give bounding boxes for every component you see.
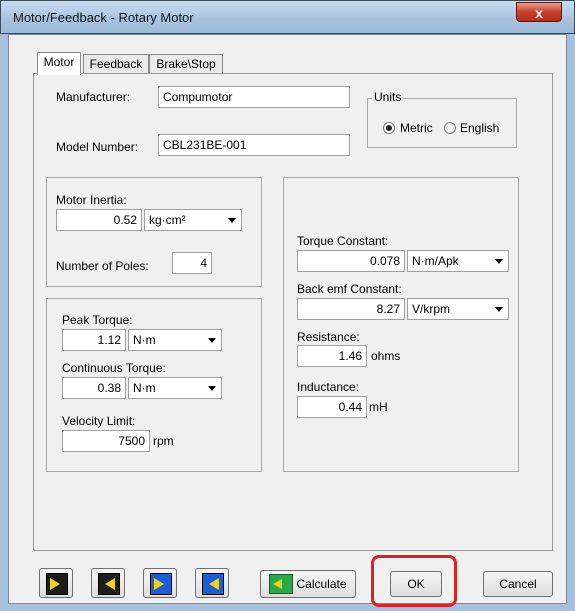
drive-out-icon	[202, 573, 224, 595]
continuous-torque-label: Continuous Torque:	[62, 361, 166, 375]
peak-torque-field[interactable]: 1.12	[62, 329, 126, 351]
continuous-torque-unit-dropdown[interactable]: N·m	[128, 377, 222, 399]
motor-inertia-label: Motor Inertia:	[56, 193, 127, 207]
english-label: English	[460, 121, 500, 135]
model-number-label: Model Number:	[56, 140, 139, 154]
tab-motor-label: Motor	[43, 55, 75, 69]
inertia-unit-dropdown[interactable]: kg·cm²	[144, 209, 242, 231]
chevron-down-icon	[228, 218, 236, 223]
tab-feedback-label: Feedback	[89, 57, 143, 71]
back-emf-field[interactable]: 8.27	[297, 298, 405, 320]
number-of-poles-field[interactable]: 4	[172, 252, 212, 274]
back-emf-unit-dropdown[interactable]: V/krpm	[407, 298, 509, 320]
peak-torque-label: Peak Torque:	[62, 313, 133, 327]
back-emf-unit-value: V/krpm	[412, 302, 451, 316]
title-bar[interactable]: Motor/Feedback - Rotary Motor x	[0, 0, 575, 34]
import-motor-button[interactable]	[39, 568, 73, 598]
torque-constant-field[interactable]: 0.078	[297, 250, 405, 272]
torque-constant-unit-dropdown[interactable]: N·m/Apk	[407, 250, 509, 272]
chevron-down-icon	[495, 307, 503, 312]
export-icon	[98, 573, 120, 595]
torque-constant-unit-value: N·m/Apk	[412, 254, 459, 268]
velocity-unit-label: rpm	[153, 434, 174, 448]
inertia-unit-value: kg·cm²	[149, 213, 186, 227]
export-motor-button[interactable]	[91, 568, 125, 598]
velocity-limit-field[interactable]: 7500	[62, 430, 150, 452]
model-number-field[interactable]: CBL231BE-001	[158, 134, 350, 156]
calculate-button[interactable]: Calculate	[260, 570, 356, 598]
cancel-label: Cancel	[499, 577, 537, 591]
units-group-label: Units	[372, 90, 404, 104]
inductance-unit-label: mH	[369, 400, 388, 414]
peak-torque-unit-value: N·m	[133, 333, 156, 347]
chevron-down-icon	[495, 259, 503, 264]
window-title: Motor/Feedback - Rotary Motor	[13, 10, 194, 25]
chevron-down-icon	[208, 386, 216, 391]
continuous-torque-unit-value: N·m	[133, 381, 156, 395]
close-icon: x	[535, 5, 543, 21]
metric-label: Metric	[400, 121, 433, 135]
cancel-button[interactable]: Cancel	[483, 571, 553, 597]
inductance-field[interactable]: 0.44	[297, 396, 367, 418]
save-to-drive-button[interactable]	[195, 568, 229, 598]
ok-button-highlight	[371, 555, 457, 607]
load-from-drive-button[interactable]	[143, 568, 177, 598]
electrical-group	[283, 177, 519, 472]
tab-feedback[interactable]: Feedback	[83, 54, 149, 75]
resistance-unit-label: ohms	[371, 349, 401, 363]
tab-brake-stop-label: Brake\Stop	[156, 57, 216, 71]
peak-torque-unit-dropdown[interactable]: N·m	[128, 329, 222, 351]
metric-radio[interactable]	[383, 122, 395, 134]
close-button[interactable]: x	[516, 2, 562, 22]
number-of-poles-label: Number of Poles:	[56, 259, 149, 273]
motor-inertia-field[interactable]: 0.52	[56, 209, 142, 231]
import-icon	[46, 573, 68, 595]
english-radio[interactable]	[444, 122, 456, 134]
manufacturer-field[interactable]: Compumotor	[158, 86, 350, 108]
velocity-limit-label: Velocity Limit:	[62, 414, 136, 428]
chevron-down-icon	[208, 338, 216, 343]
tab-brake-stop[interactable]: Brake\Stop	[149, 54, 223, 75]
calculate-label: Calculate	[296, 577, 347, 591]
back-emf-label: Back emf Constant:	[297, 282, 402, 296]
drive-in-icon	[150, 573, 172, 595]
resistance-label: Resistance:	[297, 330, 360, 344]
continuous-torque-field[interactable]: 0.38	[62, 377, 126, 399]
manufacturer-label: Manufacturer:	[56, 90, 131, 104]
dialog-window: Motor/Feedback - Rotary Motor x Motor Fe…	[0, 0, 575, 611]
torque-constant-label: Torque Constant:	[297, 234, 389, 248]
resistance-field[interactable]: 1.46	[297, 345, 367, 367]
inductance-label: Inductance:	[297, 380, 360, 394]
tab-motor[interactable]: Motor	[37, 52, 81, 75]
calculator-icon	[269, 573, 294, 594]
